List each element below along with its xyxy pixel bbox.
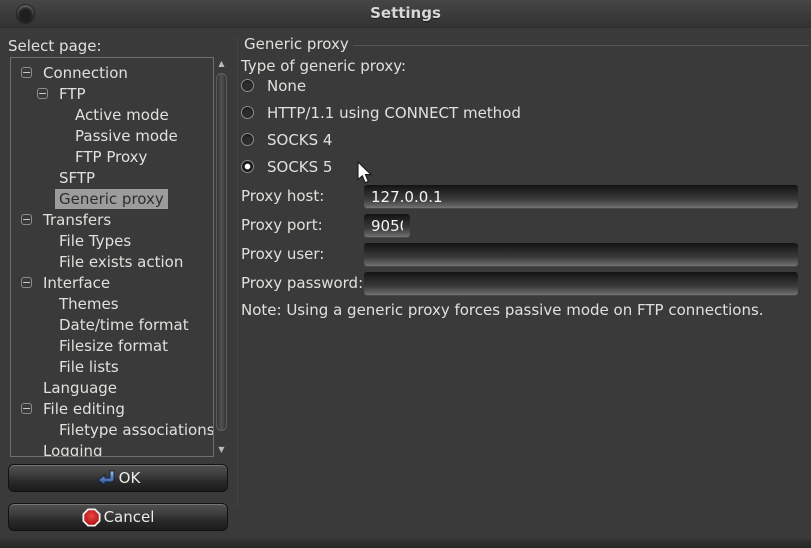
tree-item-file-types[interactable]: File Types (11, 230, 213, 251)
form-field-row: Proxy host: (238, 185, 809, 208)
tree-expander-icon[interactable]: − (21, 277, 32, 288)
settings-dialog: Settings Select page: − Connection − FTP… (0, 0, 811, 548)
ok-button[interactable]: OK (8, 464, 228, 492)
proxy-password-input[interactable] (364, 272, 798, 295)
radio-button-icon[interactable] (241, 79, 254, 92)
tree-item-label: FTP Proxy (71, 147, 151, 167)
tree-item-connection[interactable]: − Connection (11, 62, 213, 83)
tree-item-label: File exists action (55, 252, 187, 272)
return-arrow-icon (96, 470, 116, 486)
tree-item-active-mode[interactable]: Active mode (11, 104, 213, 125)
field-label: Proxy user: (241, 243, 324, 266)
group-box-title: Generic proxy (238, 35, 353, 53)
tree-item-ftp-proxy[interactable]: FTP Proxy (11, 146, 213, 167)
radio-option-label: None (267, 77, 306, 95)
radio-option-socks-5[interactable]: SOCKS 5 (238, 153, 809, 180)
tree-item-file-exists-action[interactable]: File exists action (11, 251, 213, 272)
tree-item-label: Themes (55, 294, 123, 314)
radio-button-icon[interactable] (241, 133, 254, 146)
tree-item-label: Connection (39, 63, 132, 83)
tree-item-label: File editing (39, 399, 129, 419)
tree-item-ftp[interactable]: − FTP (11, 83, 213, 104)
tree-item-label: File Types (55, 231, 135, 251)
stop-octagon-icon (82, 508, 101, 527)
radio-button-icon[interactable] (241, 160, 254, 173)
tree-item-themes[interactable]: Themes (11, 293, 213, 314)
tree-item-label: SFTP (55, 168, 99, 188)
tree-item-logging[interactable]: Logging (11, 440, 213, 457)
form-field-row: Proxy port: (238, 214, 809, 237)
radio-option-http-1-1-using-connect-method[interactable]: HTTP/1.1 using CONNECT method (238, 99, 809, 126)
select-page-label: Select page: (8, 37, 102, 55)
page-tree[interactable]: − Connection − FTP Active mode Passive m… (10, 57, 214, 457)
tree-scrollbar[interactable]: ▲ ▼ (215, 57, 228, 457)
group-box-header: Generic proxy (238, 35, 809, 53)
tree-item-label: Interface (39, 273, 114, 293)
field-label: Proxy password: (241, 272, 363, 295)
tree-item-filetype-associations[interactable]: Filetype associations (11, 419, 213, 440)
proxy-type-radios: None HTTP/1.1 using CONNECT method SOCKS… (238, 72, 809, 180)
tree-item-label: Active mode (71, 105, 173, 125)
tree-item-label: Generic proxy (55, 189, 168, 209)
tree-item-label: FTP (55, 84, 90, 104)
proxy-host-input[interactable] (364, 185, 798, 208)
radio-button-icon[interactable] (241, 106, 254, 119)
tree-item-interface[interactable]: − Interface (11, 272, 213, 293)
tree-item-file-editing[interactable]: − File editing (11, 398, 213, 419)
radio-option-label: SOCKS 5 (267, 158, 332, 176)
scrollbar-thumb[interactable] (216, 73, 227, 431)
titlebar[interactable]: Settings (0, 0, 811, 28)
generic-proxy-panel: Generic proxy Type of generic proxy: Non… (237, 37, 809, 507)
tree-expander-icon[interactable]: − (21, 67, 32, 78)
radio-option-label: HTTP/1.1 using CONNECT method (267, 104, 521, 122)
window-title: Settings (0, 4, 811, 22)
tree-item-label: Logging (39, 441, 107, 458)
tree-expander-icon[interactable]: − (37, 88, 48, 99)
tree-item-language[interactable]: Language (11, 377, 213, 398)
tree-item-label: Language (39, 378, 121, 398)
proxy-note: Note: Using a generic proxy forces passi… (241, 301, 764, 319)
group-box-border (353, 45, 809, 46)
tree-item-date-time-format[interactable]: Date/time format (11, 314, 213, 335)
cancel-button[interactable]: Cancel (8, 503, 228, 531)
scroll-down-icon[interactable]: ▼ (215, 445, 228, 455)
tree-item-label: Transfers (39, 210, 115, 230)
tree-item-passive-mode[interactable]: Passive mode (11, 125, 213, 146)
tree-item-label: Date/time format (55, 315, 193, 335)
window-bottom-edge (0, 539, 811, 548)
tree-item-transfers[interactable]: − Transfers (11, 209, 213, 230)
scroll-up-icon[interactable]: ▲ (215, 59, 228, 69)
radio-option-label: SOCKS 4 (267, 131, 332, 149)
tree-item-label: Passive mode (71, 126, 182, 146)
tree-item-label: Filesize format (55, 336, 172, 356)
cancel-button-label: Cancel (104, 508, 155, 526)
form-field-row: Proxy user: (238, 243, 809, 266)
tree-item-label: Filetype associations (55, 420, 214, 440)
field-label: Proxy host: (241, 185, 324, 208)
tree-item-sftp[interactable]: SFTP (11, 167, 213, 188)
tree-expander-icon[interactable]: − (21, 214, 32, 225)
tree-item-label: File lists (55, 357, 123, 377)
radio-option-none[interactable]: None (238, 72, 809, 99)
field-label: Proxy port: (241, 214, 323, 237)
tree-item-generic-proxy[interactable]: Generic proxy (11, 188, 213, 209)
tree-item-file-lists[interactable]: File lists (11, 356, 213, 377)
proxy-user-input[interactable] (364, 243, 798, 266)
proxy-port-input[interactable] (364, 214, 410, 237)
tree-item-filesize-format[interactable]: Filesize format (11, 335, 213, 356)
tree-expander-icon[interactable]: − (21, 403, 32, 414)
form-field-row: Proxy password: (238, 272, 809, 295)
radio-option-socks-4[interactable]: SOCKS 4 (238, 126, 809, 153)
ok-button-label: OK (119, 469, 141, 487)
